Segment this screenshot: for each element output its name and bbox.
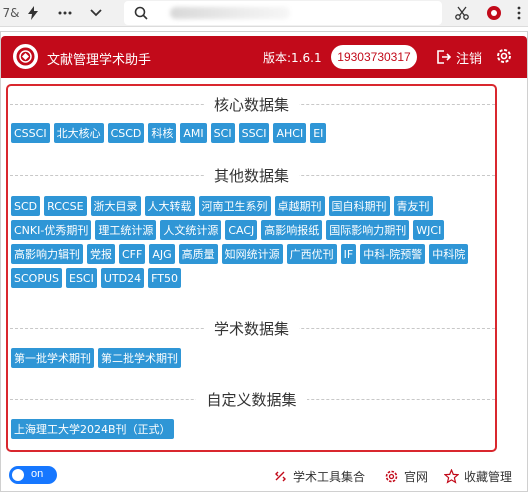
dataset-tag[interactable]: AHCI (273, 123, 307, 143)
scissors-icon[interactable] (452, 3, 472, 23)
browser-toolbar: 7& (0, 0, 528, 27)
dataset-tag[interactable]: 理工统计源 (95, 220, 157, 240)
dataset-tag[interactable]: 北大核心 (53, 123, 104, 143)
tools-link[interactable]: 学术工具集合 (273, 466, 365, 486)
academic-tags: 第一批学术期刊 第二批学术期刊 (11, 348, 491, 368)
popup-header: 文献管理学术助手 版本:1.6.1 19303730317 注销 (1, 36, 527, 78)
custom-tags: 上海理工大学2024B刊（正式） (11, 419, 491, 439)
dataset-tag[interactable]: 中科院 (429, 244, 469, 264)
dataset-tag[interactable]: 上海理工大学2024B刊（正式） (11, 419, 174, 439)
logo-icon (13, 44, 38, 69)
logout-label: 注销 (456, 51, 483, 67)
dataset-tag[interactable]: IF (340, 244, 357, 264)
favorites-link[interactable]: 收藏管理 (444, 466, 512, 486)
dataset-tag[interactable]: RCCSE (44, 196, 87, 216)
more-icon[interactable] (54, 3, 76, 23)
dataset-tag[interactable]: CSSCI (11, 123, 50, 143)
dataset-tag[interactable]: SCD (11, 196, 41, 216)
tools-icon (275, 471, 286, 481)
dataset-tag[interactable]: UTD24 (100, 268, 145, 288)
dataset-tag[interactable]: 国际影响力期刊 (326, 220, 410, 240)
dataset-tag[interactable]: CFF (119, 244, 146, 264)
dataset-tag[interactable]: 第一批学术期刊 (11, 348, 94, 368)
popup-footer: on 学术工具集合 官网 收藏管理 (1, 462, 527, 492)
lightning-icon[interactable] (24, 3, 42, 23)
dataset-tag[interactable]: 河南卫生系列 (198, 196, 271, 216)
logout-button[interactable]: 注销 (435, 46, 482, 68)
phone-badge: 19303730317 (331, 45, 417, 69)
dataset-tag[interactable]: 人大转载 (144, 196, 195, 216)
dataset-tag[interactable]: WJCI (413, 220, 445, 240)
dataset-tag[interactable]: AMI (180, 123, 207, 143)
settings-icon (385, 470, 398, 482)
search-icon (132, 3, 150, 23)
section-title-academic: 学术数据集 (8, 318, 495, 338)
toggle-knob (12, 469, 24, 481)
dataset-tag[interactable]: FT50 (148, 268, 181, 288)
core-tags: CSSCI 北大核心 CSCD 科核 AMI SCI SSCI AHCI EI (11, 123, 491, 143)
dataset-tag[interactable]: AJG (149, 244, 175, 264)
dataset-tag[interactable]: SCOPUS (11, 268, 62, 288)
website-label: 官网 (404, 469, 429, 484)
chevron-down-icon[interactable] (86, 3, 106, 23)
dataset-tag[interactable]: 人文统计源 (160, 220, 222, 240)
star-icon (444, 468, 459, 484)
section-title-other: 其他数据集 (8, 165, 495, 185)
enable-toggle[interactable]: on (9, 466, 57, 484)
section-title-custom: 自定义数据集 (8, 389, 495, 409)
version-label: 版本:1.6.1 (263, 51, 322, 65)
tools-label: 学术工具集合 (293, 469, 366, 484)
blurred-address (170, 7, 290, 19)
website-link[interactable]: 官网 (384, 466, 428, 486)
dataset-tag[interactable]: 国自科期刊 (328, 196, 390, 216)
section-title-core: 核心数据集 (8, 94, 495, 114)
dataset-tag[interactable]: 高影响力辑刊 (11, 244, 83, 264)
dataset-tag[interactable]: 广西优刊 (286, 244, 337, 264)
dataset-tag[interactable]: SCI (210, 123, 235, 143)
dataset-tag[interactable]: 卓越期刊 (274, 196, 325, 216)
dataset-tag[interactable]: 知网统计源 (221, 244, 283, 264)
menu-icon[interactable] (512, 3, 526, 23)
dataset-tag[interactable]: CNKI-优秀期刊 (11, 220, 92, 240)
other-tags: SCD RCCSE 浙大目录 人大转载 河南卫生系列 卓越期刊 国自科期刊 青友刊 CNKI-优… (11, 196, 491, 288)
dataset-tag[interactable]: 高质量 (178, 244, 218, 264)
app-title: 文献管理学术助手 (47, 53, 152, 68)
toggle-label: on (31, 468, 44, 480)
dataset-tag[interactable]: 中科-院预警 (360, 244, 426, 264)
dataset-tag[interactable]: EI (310, 123, 327, 143)
dataset-tag[interactable]: 青友刊 (393, 196, 433, 216)
extension-popup: 文献管理学术助手 版本:1.6.1 19303730317 注销 核心数据集 C… (0, 31, 528, 492)
dataset-tag[interactable]: 第二批学术期刊 (98, 348, 181, 368)
logout-icon (437, 50, 451, 64)
extension-icon[interactable] (484, 3, 504, 23)
dataset-tag[interactable]: CSCD (107, 123, 145, 143)
dataset-panel: 核心数据集 CSSCI 北大核心 CSCD 科核 AMI SCI SSCI AHCI EI 其他… (6, 84, 497, 452)
dataset-tag[interactable]: 党报 (87, 244, 115, 264)
address-bar[interactable] (124, 1, 442, 25)
dataset-tag[interactable]: 高影响报纸 (261, 220, 323, 240)
partial-text: 7& (2, 6, 20, 20)
dataset-tag[interactable]: SSCI (238, 123, 270, 143)
dataset-tag[interactable]: ESCI (66, 268, 97, 288)
dataset-tag[interactable]: CACJ (225, 220, 258, 240)
favorites-label: 收藏管理 (464, 469, 513, 484)
dataset-tag[interactable]: 浙大目录 (90, 196, 141, 216)
gear-icon[interactable] (495, 47, 513, 65)
dataset-tag[interactable]: 科核 (148, 123, 177, 143)
